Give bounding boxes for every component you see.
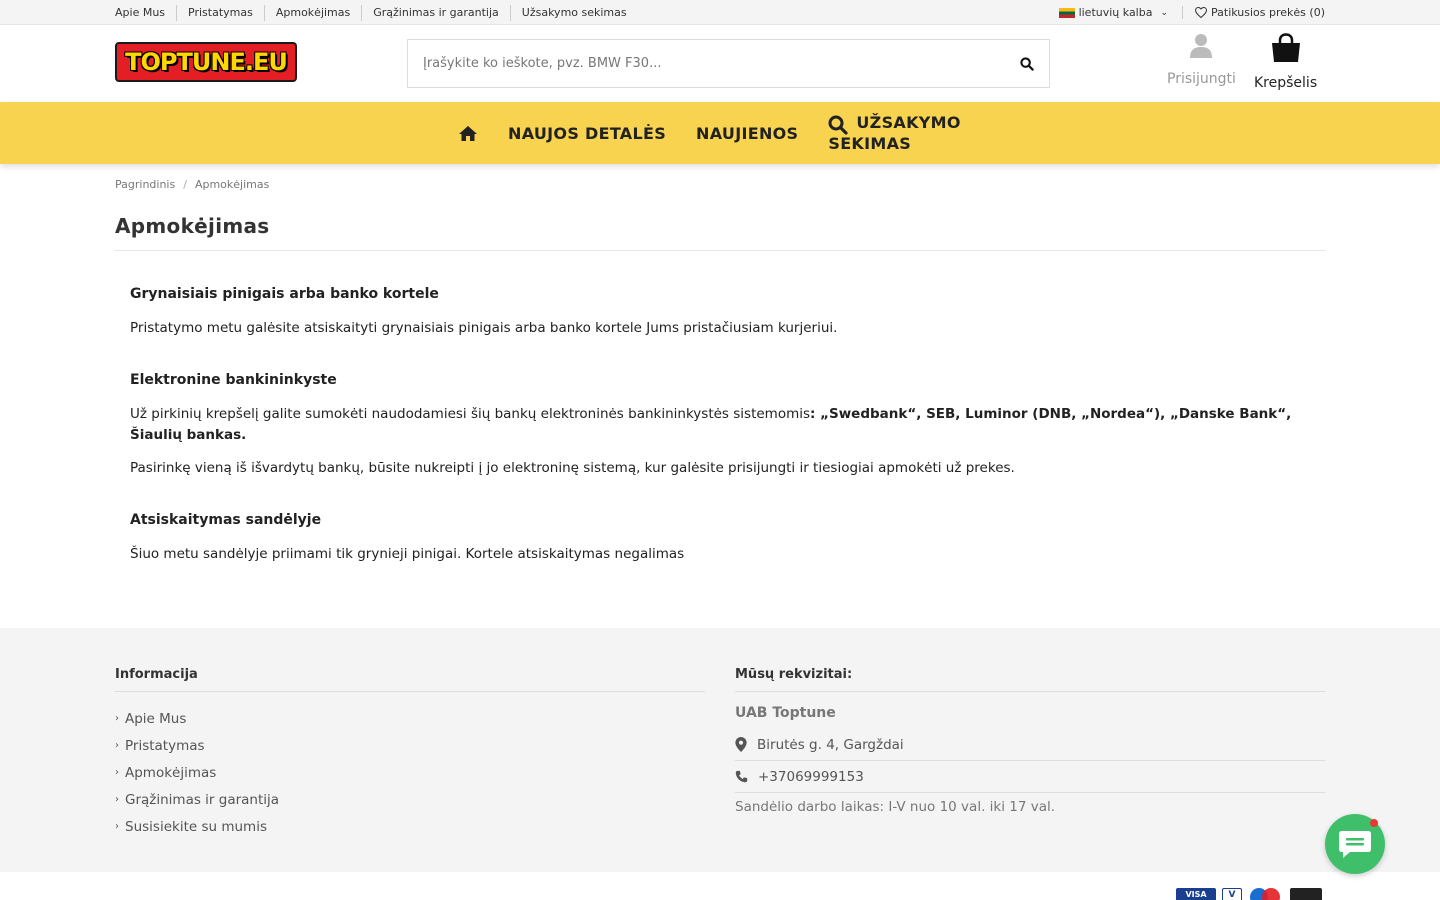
footer-link-apie-mus[interactable]: › Apie Mus: [115, 705, 705, 732]
footer-info-column: Informacija › Apie Mus › Pristatymas › Apmo…: [115, 667, 705, 840]
footer-link-grazinimas[interactable]: › Grąžinimas ir garantija: [115, 786, 705, 813]
banks-intro: Už pirkinių krepšelį galite sumokėti nau…: [130, 406, 811, 422]
footer-link-label: Pristatymas: [125, 737, 205, 754]
login-button[interactable]: Prisijungti: [1167, 33, 1236, 87]
mastercard-icon: [1290, 888, 1322, 900]
warehouse-hours: Sandėlio darbo laikas: I-V nuo 10 val. i…: [735, 799, 1056, 815]
top-bar: Apie Mus Pristatymas Apmokėjimas Grąžini…: [0, 0, 1440, 25]
page-title: Apmokėjimas: [115, 214, 1325, 251]
footer-link-label: Apie Mus: [125, 710, 187, 727]
language-selector[interactable]: lietuvių kalba ⌄: [1058, 6, 1182, 19]
footer-link-label: Grąžinimas ir garantija: [125, 791, 280, 808]
footer-link-label: Apmokėjimas: [125, 764, 217, 781]
map-marker-icon: [735, 737, 747, 752]
breadcrumb-home[interactable]: Pagrindinis: [115, 178, 175, 191]
shopping-bag-icon: [1271, 33, 1300, 62]
top-link-pristatymas[interactable]: Pristatymas: [176, 4, 264, 21]
phone-icon: [735, 770, 748, 783]
heart-icon: [1195, 7, 1208, 18]
payment-section-ebanking: Elektronine bankininkyste Už pirkinių kr…: [130, 372, 1310, 479]
section-heading: Elektronine bankininkyste: [130, 372, 337, 388]
phone-text: +37069999153: [758, 768, 864, 785]
footer-link-susisiekite[interactable]: › Susisiekite su mumis: [115, 813, 705, 840]
footer: Informacija › Apie Mus › Pristatymas › Apmo…: [0, 628, 1440, 872]
main-content: Pagrindinis / Apmokėjimas Apmokėjimas Gr…: [115, 178, 1325, 565]
chevron-right-icon: ›: [115, 794, 119, 805]
cart-button[interactable]: Krepšelis: [1254, 33, 1317, 91]
chevron-right-icon: ›: [115, 767, 119, 778]
footer-link-apmokejimas[interactable]: › Apmokėjimas: [115, 759, 705, 786]
visa-icon: VISA: [1176, 888, 1216, 900]
section-heading: Atsiskaitymas sandėlyje: [130, 512, 322, 528]
section-heading: Grynaisiais pinigais arba banko kortele: [130, 286, 439, 302]
footer-link-label: Susisiekite su mumis: [125, 818, 267, 835]
language-label: lietuvių kalba: [1078, 6, 1153, 19]
top-link-uzsakymo-sekimas[interactable]: Užsakymo sekimas: [509, 4, 638, 21]
nav-naujienos[interactable]: NAUJIENOS: [696, 124, 798, 143]
nav-uzsakymo-sekimas[interactable]: UŽSAKYMO SEKIMAS: [828, 112, 968, 154]
site-logo[interactable]: TOPTUNE.EU: [115, 42, 297, 82]
breadcrumb-separator: /: [183, 178, 187, 191]
chat-bubble-icon: [1339, 831, 1371, 858]
home-icon: [459, 125, 477, 141]
payment-methods: VISA V: [1176, 888, 1322, 900]
search-icon: [1020, 56, 1034, 71]
chat-notification-dot: [1370, 819, 1378, 827]
nav-naujos-detales[interactable]: NAUJOS DETALĖS: [508, 124, 666, 143]
footer-link-pristatymas[interactable]: › Pristatymas: [115, 732, 705, 759]
v-pay-icon: V: [1222, 888, 1242, 900]
top-link-apie-mus[interactable]: Apie Mus: [115, 5, 176, 21]
nav-home[interactable]: [458, 125, 478, 142]
chevron-right-icon: ›: [115, 740, 119, 751]
wishlist-link[interactable]: Patikusios prekės (0): [1182, 6, 1325, 19]
footer-details-title: Mūsų rekvizitai:: [735, 667, 1325, 692]
breadcrumb-current: Apmokėjimas: [194, 178, 270, 191]
chevron-down-icon: ⌄: [1160, 7, 1169, 18]
section-text-2: Pasirinkę vieną iš išvardytų bankų, būsi…: [130, 460, 1015, 476]
login-label: Prisijungti: [1167, 71, 1236, 87]
payment-section-cash: Grynaisiais pinigais arba banko kortele …: [130, 286, 1310, 339]
header: TOPTUNE.EU Prisijungti Krepšelis: [0, 25, 1440, 102]
user-icon: [1190, 34, 1213, 58]
lithuania-flag-icon: [1058, 7, 1075, 18]
nav-tracking-line2: SEKIMAS: [828, 134, 912, 153]
footer-details-column: Mūsų rekvizitai: UAB Toptune Birutės g. …: [735, 667, 1325, 840]
logo-text: TOPTUNE.EU: [125, 48, 288, 76]
main-navigation: NAUJOS DETALĖS NAUJIENOS UŽSAKYMO SEKIMA…: [0, 102, 1440, 164]
nav-tracking-line1: UŽSAKYMO: [856, 113, 961, 132]
top-link-apmokejimas[interactable]: Apmokėjimas: [263, 4, 361, 21]
chevron-right-icon: ›: [115, 821, 119, 832]
payment-section-warehouse: Atsiskaitymas sandėlyje Šiuo metu sandėl…: [130, 512, 1310, 565]
search-button[interactable]: [1005, 40, 1049, 87]
company-name: UAB Toptune: [735, 705, 836, 721]
section-text: Už pirkinių krepšelį galite sumokėti nau…: [130, 404, 1310, 446]
company-phone[interactable]: +37069999153: [735, 761, 1325, 793]
address-text: Birutės g. 4, Gargždai: [757, 736, 904, 753]
search-input[interactable]: [408, 40, 1005, 87]
maestro-icon: [1248, 888, 1284, 900]
footer-info-title: Informacija: [115, 667, 705, 692]
search-bar: [407, 39, 1050, 88]
chat-widget-button[interactable]: [1325, 814, 1385, 874]
company-address: Birutės g. 4, Gargždai: [735, 729, 1325, 761]
section-text: Šiuo metu sandėlyje priimami tik gryniej…: [130, 546, 685, 562]
chevron-right-icon: ›: [115, 713, 119, 724]
breadcrumb: Pagrindinis / Apmokėjimas: [115, 178, 1325, 191]
top-links: Apie Mus Pristatymas Apmokėjimas Grąžini…: [115, 4, 638, 21]
wishlist-label: Patikusios prekės (0): [1211, 6, 1325, 19]
section-text: Pristatymo metu galėsite atsiskaityti gr…: [130, 320, 838, 336]
top-link-grazinimas[interactable]: Grąžinimas ir garantija: [361, 4, 510, 21]
cart-label: Krepšelis: [1254, 75, 1318, 91]
